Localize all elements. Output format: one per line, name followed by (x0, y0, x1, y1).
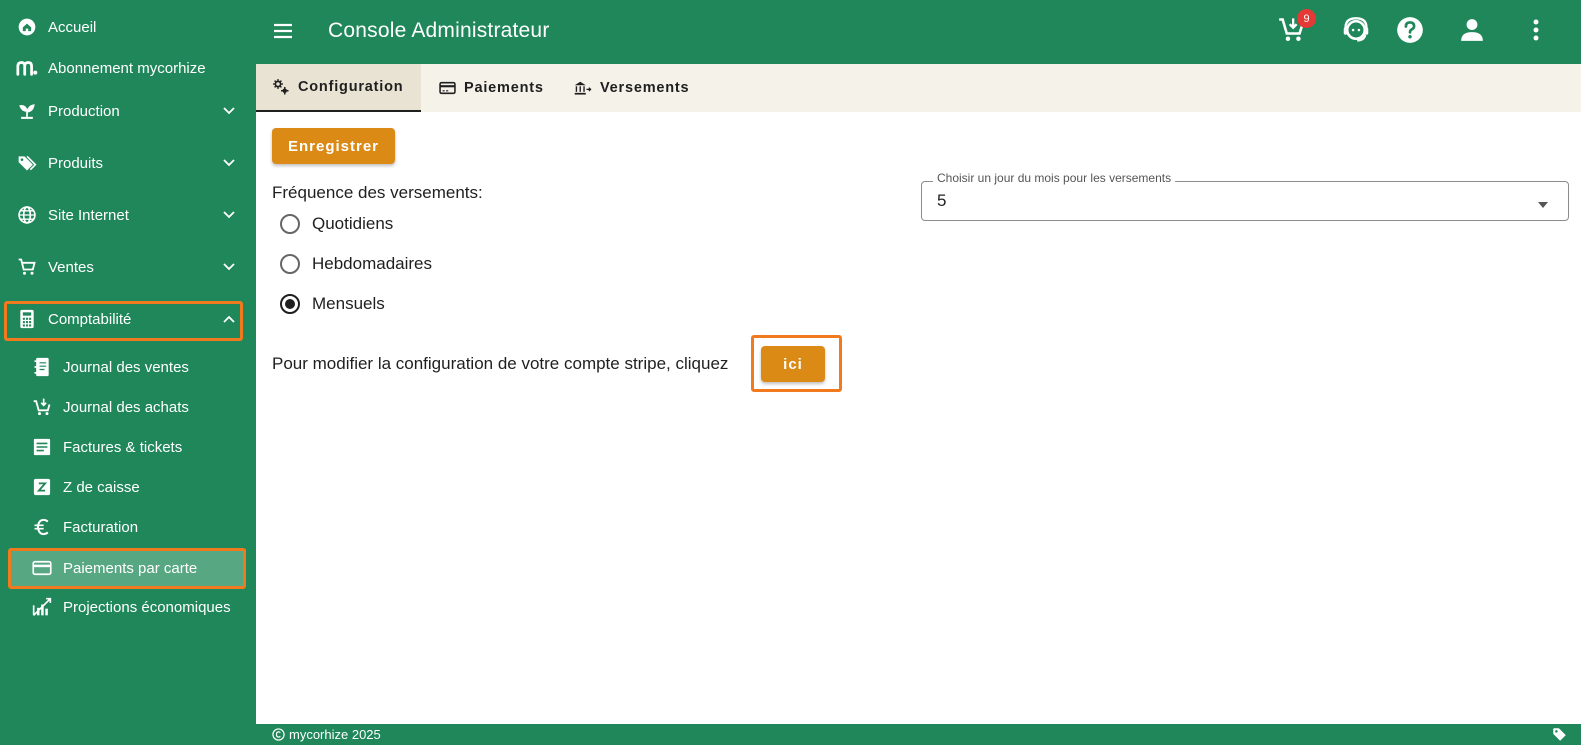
more-options-button[interactable] (1520, 16, 1552, 48)
euro-icon (31, 516, 53, 538)
globe-icon (16, 204, 38, 226)
day-of-month-select[interactable] (921, 181, 1569, 221)
radio-label: Quotidiens (312, 214, 394, 233)
help-button[interactable] (1394, 16, 1426, 48)
credit-card-icon (438, 79, 456, 97)
cart-button[interactable]: 9 (1276, 9, 1316, 48)
sidebar-item-abonnement[interactable]: Abonnement mycorhize (0, 48, 256, 88)
sidebar-subitem-paiements-carte[interactable]: Paiements par carte (10, 549, 246, 587)
chevron-down-icon (222, 260, 236, 274)
footer-text: mycorhize 2025 (289, 727, 381, 742)
sidebar-subitem-label: Journal des achats (63, 398, 189, 416)
sidebar-subitem-label: Projections économiques (63, 598, 231, 616)
sidebar-subitem-label: Journal des ventes (63, 358, 189, 376)
sidebar-item-label: Production (48, 102, 120, 120)
sidebar-item-produits[interactable]: Produits (0, 143, 256, 183)
sidebar-item-label: Ventes (48, 258, 94, 276)
stripe-config-text: Pour modifier la configuration de votre … (272, 354, 729, 373)
account-icon (1459, 17, 1485, 48)
cogs-icon (272, 78, 290, 96)
cart-arrow-icon (31, 396, 53, 418)
day-of-month-select-label: Choisir un jour du mois pour les verseme… (933, 171, 1176, 185)
stripe-config-button[interactable]: ici (761, 346, 825, 382)
sidebar-item-label: Produits (48, 154, 104, 172)
more-vert-icon (1532, 18, 1540, 47)
radio-button[interactable] (280, 254, 300, 274)
bank-transfer-icon (574, 79, 592, 97)
sidebar-subitem-projections[interactable]: Projections économiques (0, 588, 256, 626)
sidebar-item-label: Site Internet (48, 206, 129, 224)
sidebar-subitem-facturation[interactable]: Facturation (0, 508, 256, 546)
cart-badge: 9 (1297, 9, 1316, 28)
chevron-down-icon (222, 156, 236, 170)
tab-label: Versements (600, 80, 690, 96)
radio-label: Hebdomadaires (312, 254, 433, 273)
tags-icon (16, 152, 38, 174)
receipt-icon (31, 436, 53, 458)
sidebar-item-accueil[interactable]: Accueil (0, 7, 256, 47)
chevron-down-icon (222, 208, 236, 222)
tab-bar: Configuration Paiements Versements (256, 64, 1581, 112)
mycorhize-logo-icon (16, 57, 38, 79)
save-button[interactable]: Enregistrer (272, 128, 395, 164)
tab-configuration[interactable]: Configuration (256, 64, 421, 112)
tab-versements[interactable]: Versements (574, 64, 689, 112)
sidebar-subitem-factures[interactable]: Factures & tickets (0, 428, 256, 466)
z-box-icon (31, 476, 53, 498)
dropdown-arrow-icon[interactable] (1537, 196, 1549, 208)
radio-label: Mensuels (312, 294, 385, 313)
chevron-up-icon (222, 312, 236, 326)
credit-card-icon (31, 557, 53, 579)
sidebar-subitem-label: Paiements par carte (63, 559, 198, 577)
sidebar-subitem-label: Facturation (63, 518, 139, 536)
top-app-bar: Console Administrateur 9 (256, 0, 1581, 64)
sidebar: Accueil Abonnement mycorhize Production … (0, 0, 256, 745)
radio-hebdomadaires[interactable]: Hebdomadaires (280, 249, 432, 279)
tab-paiements[interactable]: Paiements (438, 64, 544, 112)
sidebar-item-production[interactable]: Production (0, 91, 256, 131)
tab-label: Paiements (464, 80, 544, 96)
radio-button-checked[interactable] (280, 294, 300, 314)
tab-label: Configuration (298, 79, 404, 95)
sprout-icon (16, 100, 38, 122)
sidebar-subitem-z-caisse[interactable]: Z de caisse (0, 468, 256, 506)
chart-projection-icon (31, 596, 53, 618)
home-icon (16, 16, 38, 38)
tag-icon[interactable] (1552, 727, 1567, 742)
menu-icon[interactable] (272, 20, 294, 42)
footer: mycorhize 2025 (256, 724, 1581, 745)
copyright-icon (272, 728, 285, 741)
radio-quotidiens[interactable]: Quotidiens (280, 209, 393, 239)
sidebar-item-site-internet[interactable]: Site Internet (0, 195, 256, 235)
sidebar-subitem-journal-ventes[interactable]: Journal des ventes (0, 348, 256, 386)
sidebar-item-comptabilite[interactable]: Comptabilité (0, 299, 256, 339)
sidebar-item-label: Accueil (48, 18, 97, 36)
help-icon (1396, 16, 1424, 49)
cart-icon (16, 256, 38, 278)
support-button[interactable] (1340, 16, 1372, 48)
account-button[interactable] (1456, 16, 1488, 48)
sidebar-item-ventes[interactable]: Ventes (0, 247, 256, 287)
day-of-month-select-value: 5 (937, 191, 947, 210)
sidebar-item-label: Abonnement mycorhize (48, 59, 206, 77)
sidebar-subitem-label: Factures & tickets (63, 438, 183, 456)
radio-button[interactable] (280, 214, 300, 234)
sidebar-subitem-label: Z de caisse (63, 478, 140, 496)
chevron-down-icon (222, 104, 236, 118)
frequency-label: Fréquence des versements: (272, 183, 483, 202)
calculator-icon (16, 308, 38, 330)
sidebar-item-label: Comptabilité (48, 310, 132, 328)
support-agent-icon (1342, 16, 1370, 49)
journal-icon (31, 356, 53, 378)
page-title: Console Administrateur (328, 19, 550, 42)
radio-mensuels[interactable]: Mensuels (280, 289, 385, 319)
sidebar-subitem-journal-achats[interactable]: Journal des achats (0, 388, 256, 426)
